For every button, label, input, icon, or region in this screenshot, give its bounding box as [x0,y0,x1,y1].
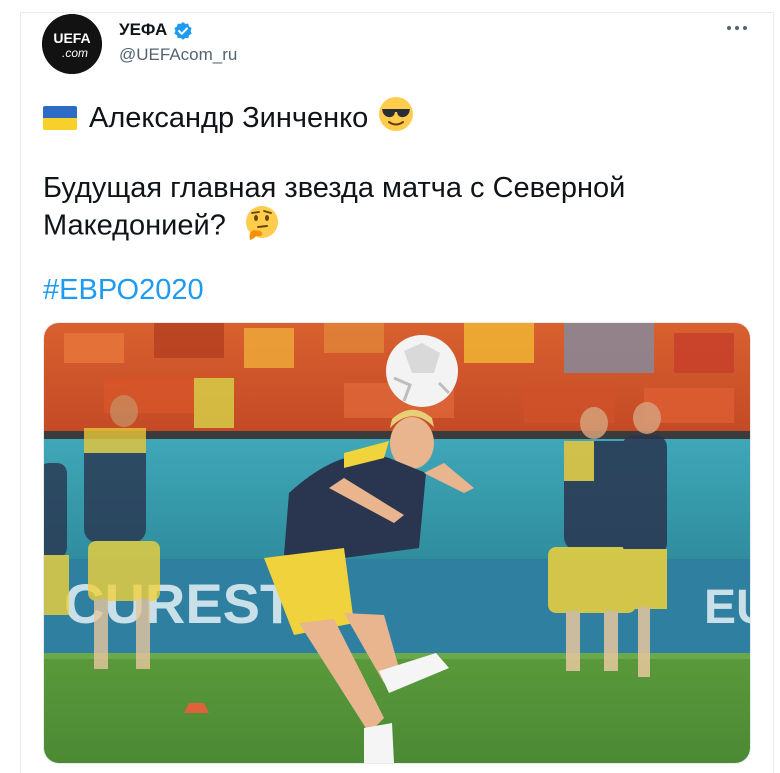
banner-text-right: EUR [704,581,750,634]
tweet-line-2-text: Будущая главная звезда матча с Северной … [43,172,626,242]
ukraine-flag-icon [43,106,77,130]
tweet-line-1-text: Александр Зинченко [89,101,369,134]
author-handle[interactable]: @UEFAcom_ru [119,45,237,65]
author-name[interactable]: УЕФА [119,20,167,40]
thinking-face-emoji-icon [244,205,280,249]
avatar[interactable]: UEFA .com [42,14,102,74]
verified-badge-icon [173,21,193,46]
avatar-text-bottom: .com [62,46,88,60]
more-options-icon[interactable] [725,18,749,38]
tweet-line-1: Александр Зинченко [43,96,414,140]
tweet-photo[interactable]: CURESTI EUR [43,322,751,764]
avatar-text-top: UEFA [53,30,90,46]
tweet-line-2: Будущая главная звезда матча с Северной … [43,171,683,249]
sunglasses-emoji-icon [378,96,414,140]
hashtag-link[interactable]: #ЕВРО2020 [43,274,204,307]
